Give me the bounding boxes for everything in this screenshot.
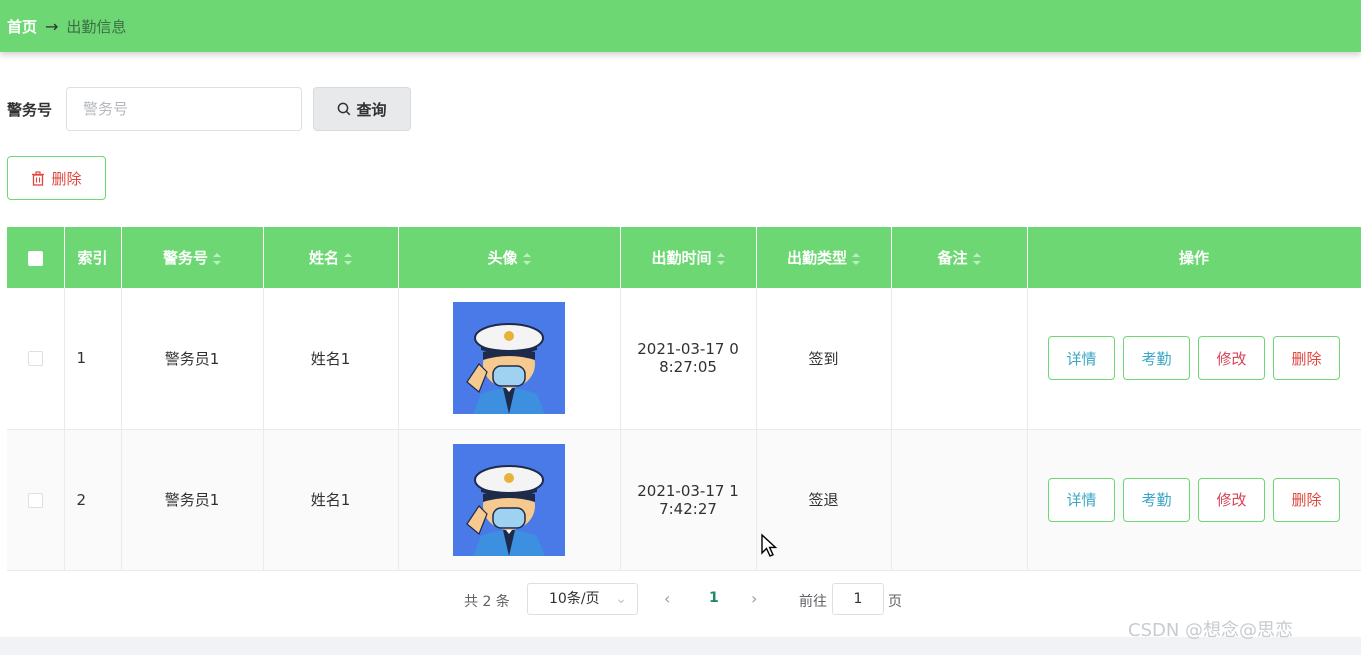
watermark: CSDN @想念@思恋 <box>1128 620 1294 641</box>
table-row: 1 警务员1 姓名1 2021-03-17 0 8:27:05 签到 详情 考勤… <box>7 288 1361 430</box>
column-header-type[interactable]: 出勤类型 <box>756 227 892 288</box>
trash-icon <box>32 170 45 186</box>
top-breadcrumb-bar: 首页 → 出勤信息 <box>0 0 1361 52</box>
chevron-down-icon: ⌄ <box>615 591 627 607</box>
column-header-name[interactable]: 姓名 <box>263 227 399 288</box>
next-page-icon[interactable]: › <box>751 589 757 608</box>
row-index: 2 <box>64 429 122 571</box>
column-header-time[interactable]: 出勤时间 <box>620 227 757 288</box>
edit-button[interactable]: 修改 <box>1198 336 1265 381</box>
prev-page-icon[interactable]: ‹ <box>664 589 670 608</box>
query-button[interactable]: 查询 <box>313 87 411 131</box>
attendance-button[interactable]: 考勤 <box>1123 477 1190 522</box>
row-attendance-time: 2021-03-17 0 8:27:05 <box>620 288 757 430</box>
sort-caret-icon[interactable] <box>344 252 352 265</box>
pagination: 共 2 条 10条/页 ⌄ ‹ 1 › 前往 页 <box>0 583 1361 615</box>
select-all-checkbox[interactable] <box>27 250 43 266</box>
pagination-total: 共 2 条 <box>464 594 510 610</box>
delete-button[interactable]: 删除 <box>1273 477 1340 522</box>
row-index: 1 <box>64 288 122 430</box>
officer-number-search-input[interactable] <box>66 87 302 131</box>
police-avatar-image <box>453 443 565 556</box>
attendance-button[interactable]: 考勤 <box>1123 336 1190 381</box>
search-label: 警务号 <box>7 101 53 119</box>
column-header-actions: 操作 <box>1027 227 1361 288</box>
delete-button[interactable]: 删除 <box>1273 336 1340 381</box>
row-name: 姓名1 <box>263 429 399 571</box>
query-button-label: 查询 <box>356 100 387 119</box>
row-remark <box>891 288 1028 430</box>
sort-caret-icon[interactable] <box>716 252 725 265</box>
attendance-table: 索引 警务号 姓名 头像 出勤时间 出勤类型 备注 操作 1 警务员1 姓名1 <box>7 227 1361 571</box>
sort-caret-icon[interactable] <box>213 252 221 265</box>
select-all-cell <box>7 227 65 288</box>
breadcrumb-home-link[interactable]: 首页 <box>7 16 37 37</box>
police-avatar-image <box>453 302 565 415</box>
row-officer-no: 警务员1 <box>121 429 264 571</box>
sort-caret-icon[interactable] <box>972 252 981 265</box>
sort-caret-icon[interactable] <box>522 252 531 265</box>
detail-button[interactable]: 详情 <box>1048 477 1115 522</box>
row-select-cell <box>7 429 65 571</box>
edit-button[interactable]: 修改 <box>1198 477 1265 522</box>
row-select-cell <box>7 288 65 430</box>
row-actions: 详情 考勤 修改 删除 <box>1027 288 1361 430</box>
goto-prefix: 前往 <box>799 594 827 610</box>
breadcrumb-separator: → <box>45 16 59 36</box>
current-page-number[interactable]: 1 <box>709 590 719 606</box>
row-checkbox[interactable] <box>27 351 43 367</box>
row-remark <box>891 429 1028 571</box>
bulk-delete-button[interactable]: 删除 <box>7 156 106 200</box>
bulk-delete-label: 删除 <box>51 169 82 188</box>
row-actions: 详情 考勤 修改 删除 <box>1027 429 1361 571</box>
goto-suffix: 页 <box>888 594 902 610</box>
column-header-remark[interactable]: 备注 <box>891 227 1028 288</box>
breadcrumb-current: 出勤信息 <box>66 17 127 36</box>
table-header-row: 索引 警务号 姓名 头像 出勤时间 出勤类型 备注 操作 <box>7 227 1361 288</box>
row-avatar-cell <box>398 429 621 571</box>
column-header-index: 索引 <box>64 227 122 288</box>
mouse-cursor-icon <box>761 533 778 557</box>
row-name: 姓名1 <box>263 288 399 430</box>
goto-page-input[interactable] <box>832 583 884 615</box>
detail-button[interactable]: 详情 <box>1048 336 1115 381</box>
sort-caret-icon[interactable] <box>852 252 860 265</box>
column-header-avatar[interactable]: 头像 <box>398 227 621 288</box>
row-attendance-type: 签到 <box>756 288 892 430</box>
row-attendance-time: 2021-03-17 1 7:42:27 <box>620 429 757 571</box>
row-checkbox[interactable] <box>27 492 43 508</box>
page-size-select[interactable]: 10条/页 ⌄ <box>527 583 638 615</box>
row-officer-no: 警务员1 <box>121 288 264 430</box>
table-row: 2 警务员1 姓名1 2021-03-17 1 7:42:27 签退 详情 考勤… <box>7 429 1361 571</box>
search-icon <box>338 102 351 116</box>
column-header-officer-no[interactable]: 警务号 <box>121 227 264 288</box>
row-avatar-cell <box>398 288 621 430</box>
